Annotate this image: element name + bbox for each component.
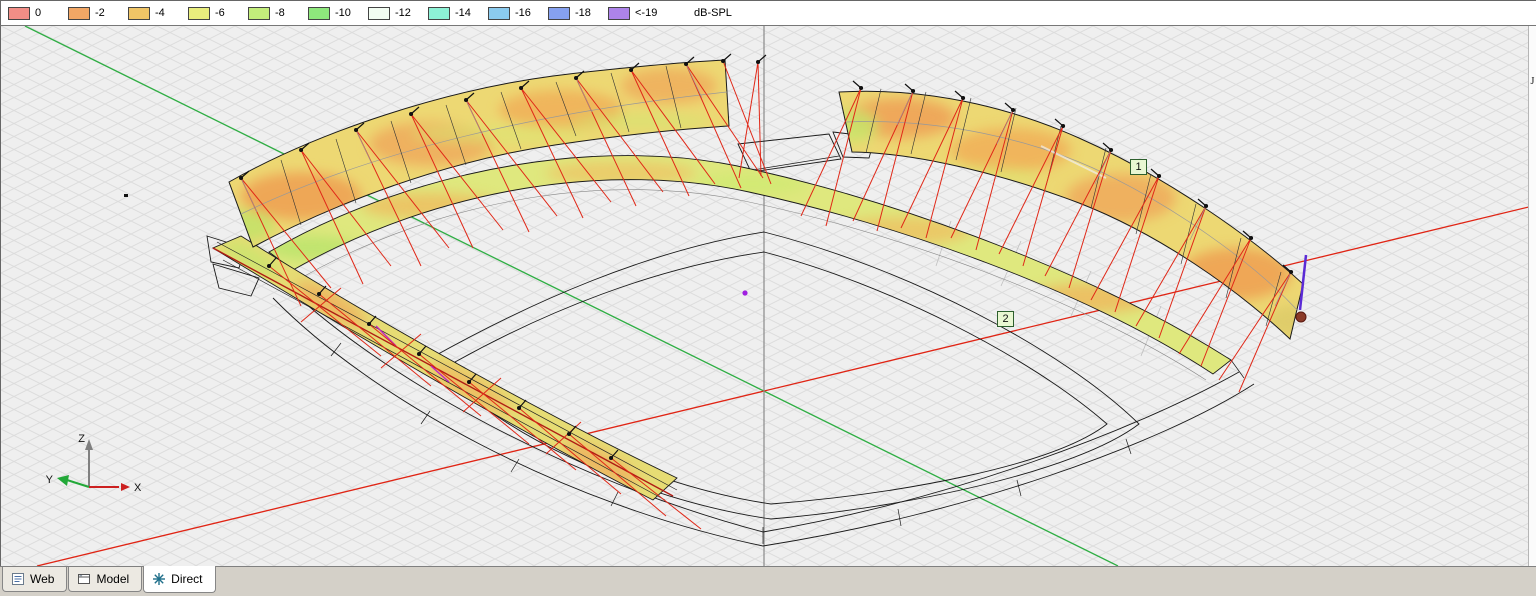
legend-label: -18 (575, 7, 591, 19)
legend-label: -16 (515, 7, 531, 19)
scene-canvas: Z X Y (1, 26, 1536, 566)
tab-label: Direct (171, 572, 202, 586)
speaker-group-marker-1[interactable]: 1 (1130, 159, 1147, 175)
legend-label: -14 (455, 7, 471, 19)
legend-swatch (8, 7, 30, 20)
legend-label: -6 (215, 7, 225, 19)
legend-swatch (428, 7, 450, 20)
legend-entry: -12 (368, 1, 428, 25)
legend-entry: 0 (8, 1, 68, 25)
legend-entry: -8 (248, 1, 308, 25)
legend-swatch (308, 7, 330, 20)
tab-direct[interactable]: Direct (143, 566, 215, 593)
x-axis-label: X (134, 482, 142, 494)
legend-entry: -6 (188, 1, 248, 25)
app-window: 0 -2 -4 -6 -8 -10 -12 -14 -16 -18 <-19 dB-SPL (0, 0, 1536, 596)
right-edge-mark: J (1529, 76, 1536, 87)
spl-legend: 0 -2 -4 -6 -8 -10 -12 -14 -16 -18 <-19 dB-SPL (0, 0, 1536, 26)
legend-entry: <-19 (608, 1, 668, 25)
legend-label: -8 (275, 7, 285, 19)
tab-label: Model (96, 572, 129, 586)
legend-unit-label: dB-SPL (694, 7, 732, 19)
model-icon (77, 572, 91, 586)
legend-swatch (548, 7, 570, 20)
legend-swatch (488, 7, 510, 20)
hatch-background (1, 26, 1536, 566)
legend-entry: -14 (428, 1, 488, 25)
y-axis-label: Y (46, 474, 54, 486)
legend-label: -12 (395, 7, 411, 19)
listener-point (742, 290, 747, 295)
legend-swatch (248, 7, 270, 20)
legend-label: -10 (335, 7, 351, 19)
tab-label: Web (30, 572, 54, 586)
direct-icon (152, 572, 166, 586)
legend-swatch (128, 7, 150, 20)
legend-swatch (188, 7, 210, 20)
legend-label: -4 (155, 7, 165, 19)
speaker-group-marker-2[interactable]: 2 (997, 311, 1014, 327)
legend-label: -2 (95, 7, 105, 19)
z-axis-label: Z (78, 433, 85, 445)
legend-entry: -2 (68, 1, 128, 25)
viewport-3d[interactable]: Z X Y 1 2 J (0, 26, 1536, 566)
legend-label: <-19 (635, 7, 657, 19)
legend-entry: -10 (308, 1, 368, 25)
right-edge-gutter (1528, 26, 1536, 566)
tab-web[interactable]: Web (2, 567, 67, 592)
legend-swatch (68, 7, 90, 20)
legend-entry: -16 (488, 1, 548, 25)
view-tab-bar: Web Model Direct (0, 566, 1536, 596)
legend-entry: -18 (548, 1, 608, 25)
legend-entry: -4 (128, 1, 188, 25)
web-icon (11, 572, 25, 586)
tabs-container: Web Model Direct (0, 567, 1536, 593)
stray-point (124, 194, 128, 197)
tab-model[interactable]: Model (68, 567, 142, 592)
legend-label: 0 (35, 7, 41, 19)
legend-items: 0 -2 -4 -6 -8 -10 -12 -14 -16 -18 <-19 (8, 1, 668, 25)
legend-swatch (608, 7, 630, 20)
legend-swatch (368, 7, 390, 20)
